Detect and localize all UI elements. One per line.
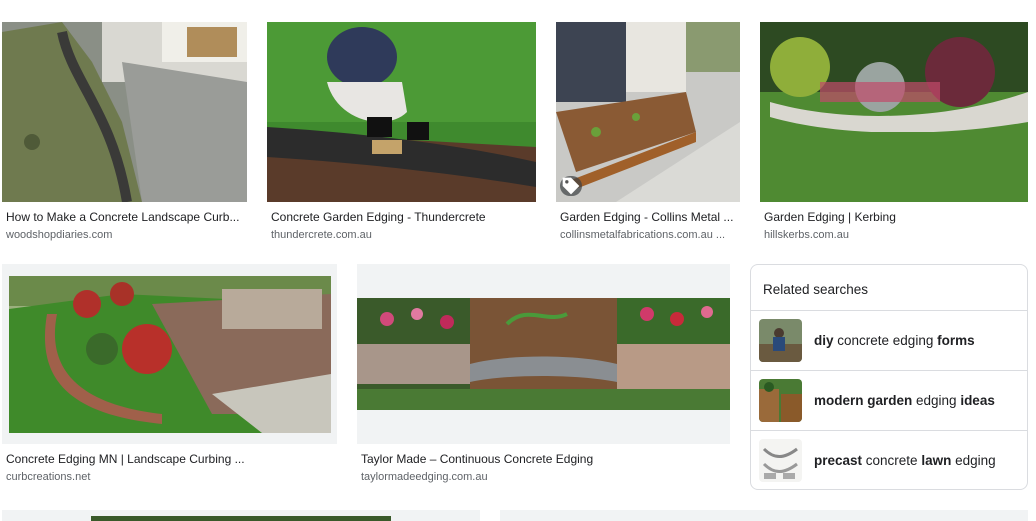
result-thumbnail[interactable]: [267, 22, 536, 202]
result-thumbnail[interactable]: [357, 264, 730, 444]
result-card[interactable]: How to Make a Concrete Landscape Curb...…: [2, 22, 247, 244]
related-search-text: precast concrete lawn edging: [814, 453, 996, 468]
result-thumbnail[interactable]: [500, 510, 1028, 521]
related-search-thumbnail: [759, 319, 802, 362]
result-source: thundercrete.com.au: [271, 229, 372, 241]
result-thumbnail[interactable]: [556, 22, 740, 202]
result-title[interactable]: Concrete Garden Edging - Thundercrete: [271, 209, 536, 225]
result-title[interactable]: Garden Edging | Kerbing: [764, 209, 1028, 225]
result-card[interactable]: [2, 510, 480, 521]
result-title[interactable]: Taylor Made – Continuous Concrete Edging: [361, 451, 730, 467]
result-card[interactable]: Taylor Made – Continuous Concrete Edging…: [357, 264, 730, 486]
result-source: collinsmetalfabrications.com.au ...: [560, 229, 726, 241]
result-thumbnail[interactable]: [760, 22, 1028, 202]
related-search-item[interactable]: precast concrete lawn edging: [751, 430, 1027, 489]
tag-icon: [560, 176, 582, 196]
related-search-thumbnail: [759, 379, 802, 422]
related-searches-header: Related searches: [763, 282, 869, 297]
result-thumbnail[interactable]: [2, 510, 480, 521]
result-card[interactable]: Concrete Edging MN | Landscape Curbing .…: [2, 264, 337, 486]
result-source: taylormadeedging.com.au: [361, 471, 488, 483]
result-card[interactable]: Garden Edging | Kerbing hillskerbs.com.a…: [760, 22, 1028, 244]
related-search-item[interactable]: modern garden edging ideas: [751, 370, 1027, 430]
related-searches-panel: Related searches diy concrete edging for…: [750, 264, 1028, 490]
result-card[interactable]: Garden Edging - Collins Metal ... collin…: [556, 22, 740, 244]
result-source: woodshopdiaries.com: [6, 229, 113, 241]
result-title[interactable]: How to Make a Concrete Landscape Curb...: [6, 209, 246, 225]
related-search-text: modern garden edging ideas: [814, 393, 995, 408]
related-search-thumbnail: [759, 439, 802, 482]
related-search-text: diy concrete edging forms: [814, 333, 975, 348]
result-thumbnail[interactable]: [2, 264, 337, 444]
result-source: curbcreations.net: [6, 471, 91, 483]
result-title[interactable]: Garden Edging - Collins Metal ...: [560, 209, 740, 225]
result-source: hillskerbs.com.au: [764, 229, 849, 241]
result-title[interactable]: Concrete Edging MN | Landscape Curbing .…: [6, 451, 336, 467]
result-thumbnail[interactable]: [2, 22, 247, 202]
result-card[interactable]: [500, 510, 1028, 521]
related-search-item[interactable]: diy concrete edging forms: [751, 310, 1027, 370]
result-card[interactable]: Concrete Garden Edging - Thundercrete th…: [267, 22, 536, 244]
